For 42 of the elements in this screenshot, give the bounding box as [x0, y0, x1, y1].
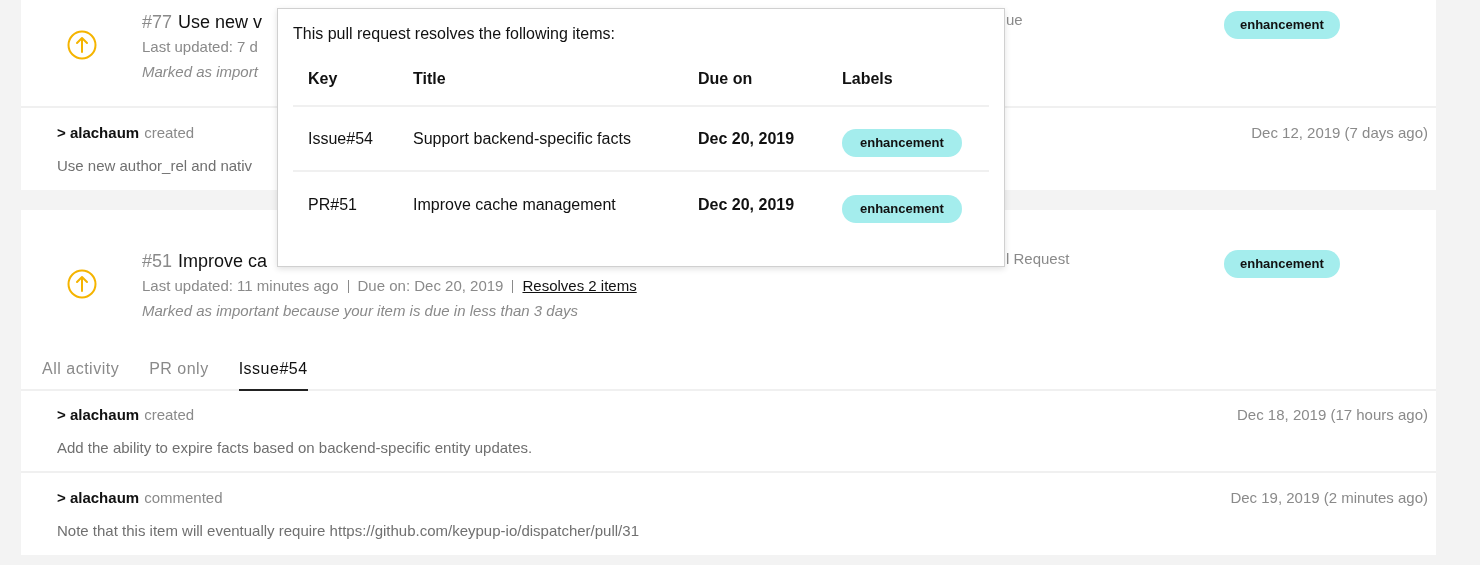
type-text: ue: [1006, 10, 1023, 30]
importance-note: Marked as important because your item is due in less than 3 days: [142, 301, 579, 321]
tab[interactable]: PR only: [149, 350, 209, 391]
resolves-link[interactable]: Resolves 2 items: [522, 276, 637, 296]
column-header: Key: [308, 68, 339, 89]
table-cell-text: Dec 20, 2019: [698, 128, 796, 149]
item-title: Improve ca: [178, 250, 268, 273]
activity-date: Dec 19, 2019 (2 minutes ago): [1230, 487, 1428, 508]
column-header: Title: [413, 68, 447, 89]
activity-date: Dec 18, 2019 (17 hours ago): [1237, 404, 1428, 425]
tab[interactable]: All activity: [42, 350, 120, 391]
column-header: Labels: [842, 68, 894, 89]
activity-text: Use new author_rel and nativ: [57, 155, 253, 176]
type-text: l Request: [1006, 249, 1070, 269]
item-number: #77: [142, 11, 173, 34]
user-name: > alachaum: [57, 487, 140, 508]
table-cell-text: PR#51: [308, 194, 358, 215]
meta-text: Last updated: 11 minutes ago: [142, 276, 339, 296]
action-text: created: [144, 122, 195, 143]
meta-text: Last updated: 7 d: [142, 37, 258, 57]
item-title: Use new v: [178, 11, 263, 34]
table-cell-text: Issue#54: [308, 128, 374, 149]
activity-date: Dec 12, 2019 (7 days ago): [1251, 122, 1428, 143]
meta-text: Due on: Dec 20, 2019: [357, 276, 504, 296]
label-badge: enhancement: [842, 128, 962, 157]
user-name: > alachaum: [57, 404, 140, 425]
label-badge: enhancement: [1224, 11, 1340, 39]
activity-text: Note that this item will eventually require https://github.com/keypup-io/dispatcher/pull/31: [57, 520, 639, 541]
table-cell-text: Support backend-specific facts: [413, 128, 632, 149]
label-badge: enhancement: [842, 194, 962, 223]
table-cell-text: Improve cache management: [413, 194, 617, 215]
user-name: > alachaum: [57, 122, 140, 143]
item-number: #51: [142, 250, 173, 273]
importance-note: Marked as import: [142, 62, 258, 82]
label-badge: enhancement: [1224, 250, 1340, 278]
action-text: created: [144, 404, 195, 425]
tab[interactable]: Issue#54: [238, 350, 308, 391]
table-cell-text: Dec 20, 2019: [698, 194, 796, 215]
action-text: commented: [144, 487, 223, 508]
column-header: Due on: [698, 68, 754, 89]
popover-intro: This pull request resolves the following items:: [293, 24, 616, 44]
activity-text: Add the ability to expire facts based on backend-specific entity updates.: [57, 437, 533, 458]
